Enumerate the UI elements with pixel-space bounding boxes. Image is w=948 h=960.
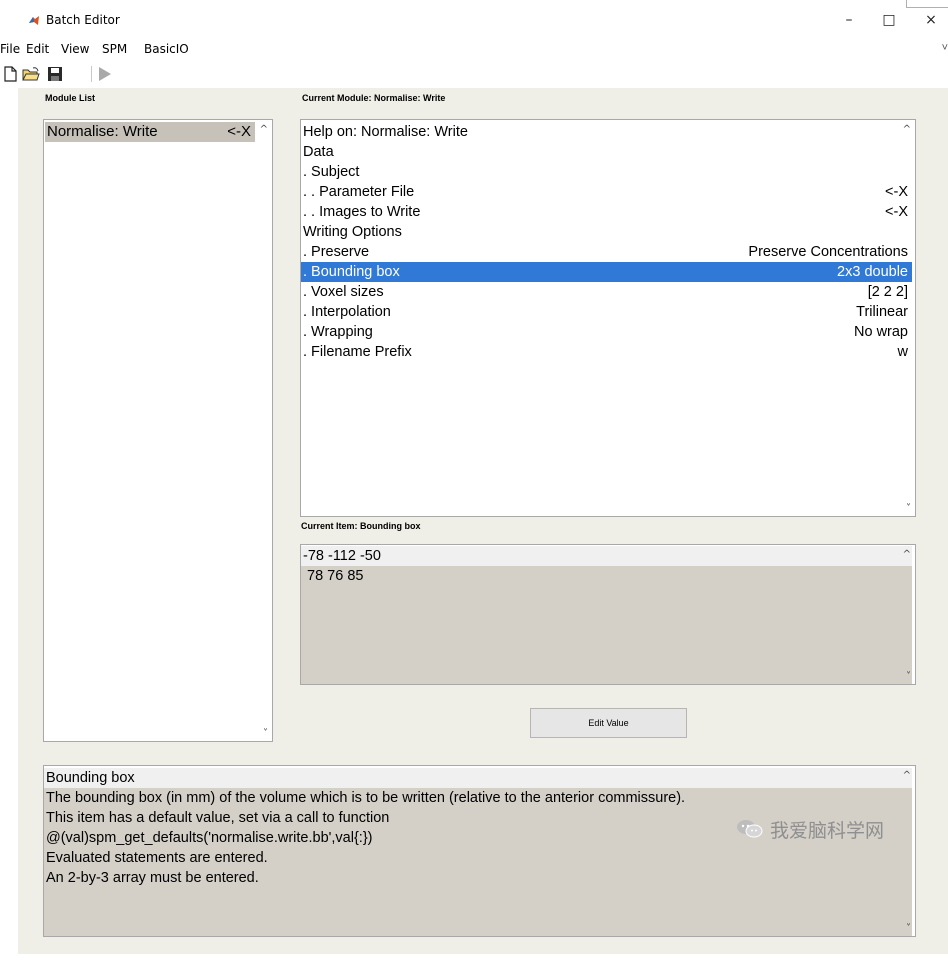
row-label: Data: [303, 144, 334, 160]
help-line: Bounding box: [44, 768, 912, 788]
toolbar: [0, 60, 948, 88]
menu-file[interactable]: File: [0, 42, 20, 56]
row-label: . Bounding box: [303, 264, 400, 280]
help-scroll-down-icon[interactable]: ˅: [906, 923, 911, 934]
menu-overflow-icon[interactable]: ˅: [942, 42, 948, 54]
row-label: . Interpolation: [303, 304, 391, 320]
row-label: . Voxel sizes: [303, 284, 384, 300]
row-label: . Wrapping: [303, 324, 373, 340]
item-value-text: -78 -112 -50: [303, 548, 381, 564]
module-tree-row[interactable]: . Interpolation Trilinear: [301, 302, 912, 322]
help-text: Bounding box: [46, 770, 135, 786]
help-text: An 2-by-3 array must be entered.: [46, 870, 259, 886]
item-value-line[interactable]: -78 -112 -50: [301, 546, 912, 566]
row-label: . Subject: [303, 164, 360, 180]
row-value: <-X: [885, 204, 908, 220]
current-item-box[interactable]: -78 -112 -50 78 76 85 ^ ˅: [300, 544, 916, 685]
help-text: Evaluated statements are entered.: [46, 850, 268, 866]
module-tree-row[interactable]: . Wrapping No wrap: [301, 322, 912, 342]
module-tree-row[interactable]: . Preserve Preserve Concentrations: [301, 242, 912, 262]
row-value: w: [897, 344, 908, 360]
module-tree-row[interactable]: . Subject: [301, 162, 912, 182]
run-icon[interactable]: [96, 66, 114, 82]
row-label: . Preserve: [303, 244, 370, 260]
help-text: This item has a default value, set via a…: [46, 810, 390, 826]
module-tree-scroll-up-icon[interactable]: ^: [903, 124, 911, 135]
module-list-label: Module List: [45, 93, 95, 103]
row-value: No wrap: [854, 324, 908, 340]
help-line: The bounding box (in mm) of the volume w…: [44, 788, 904, 808]
wechat-logo-icon: [737, 820, 763, 838]
module-list-item[interactable]: Normalise: Write <-X: [45, 122, 255, 142]
title-bar: Batch Editor – □ ×: [0, 0, 948, 38]
module-tree-row[interactable]: Help on: Normalise: Write: [301, 122, 912, 142]
help-scroll-up-icon[interactable]: ^: [903, 770, 911, 781]
help-text: The bounding box (in mm) of the volume w…: [46, 790, 686, 806]
help-body: The bounding box (in mm) of the volume w…: [44, 788, 912, 936]
module-list-scroll-down-icon[interactable]: ˅: [263, 728, 268, 739]
current-module-label: Current Module: Normalise: Write: [302, 93, 446, 103]
open-folder-icon[interactable]: [22, 66, 40, 82]
save-icon[interactable]: [46, 66, 64, 82]
row-value: <-X: [885, 184, 908, 200]
row-label: Writing Options: [303, 224, 402, 240]
menu-spm[interactable]: SPM: [102, 42, 127, 56]
item-value-line[interactable]: 78 76 85: [305, 566, 905, 586]
module-tree-row[interactable]: Writing Options: [301, 222, 912, 242]
item-scroll-up-icon[interactable]: ^: [903, 549, 911, 560]
new-file-icon[interactable]: [2, 66, 20, 82]
watermark-text: 我爱脑科学网: [770, 819, 885, 842]
row-label: . . Images to Write: [303, 204, 421, 220]
row-label: . . Parameter File: [303, 184, 415, 200]
edit-value-button[interactable]: Edit Value: [530, 708, 687, 738]
menu-basicio[interactable]: BasicIO: [144, 42, 189, 56]
row-label: . Filename Prefix: [303, 344, 412, 360]
item-scroll-down-icon[interactable]: ˅: [906, 671, 911, 682]
help-line: Evaluated statements are entered.: [44, 848, 904, 868]
help-line: An 2-by-3 array must be entered.: [44, 868, 904, 888]
row-value: [2 2 2]: [867, 284, 908, 300]
module-tree-row[interactable]: . . Parameter File <-X: [301, 182, 912, 202]
module-list[interactable]: Normalise: Write <-X ^ ˅: [43, 119, 273, 742]
minimize-button[interactable]: –: [834, 8, 864, 32]
module-tree-row-selected[interactable]: . Bounding box 2x3 double: [301, 262, 912, 282]
menu-bar: File Edit View SPM BasicIO ˅: [0, 38, 948, 60]
window-title: Batch Editor: [46, 13, 120, 27]
help-text-box[interactable]: Bounding box The bounding box (in mm) of…: [43, 765, 916, 937]
module-tree-row[interactable]: . Filename Prefix w: [301, 342, 912, 362]
row-value: Trilinear: [856, 304, 908, 320]
window-corner-decoration: [906, 0, 948, 8]
item-value-area[interactable]: 78 76 85: [301, 566, 912, 684]
menu-edit[interactable]: Edit: [26, 42, 49, 56]
module-list-scroll-up-icon[interactable]: ^: [260, 124, 268, 135]
module-tree-row[interactable]: . . Images to Write <-X: [301, 202, 912, 222]
item-value-text: 78 76 85: [307, 568, 364, 584]
menu-view[interactable]: View: [61, 42, 89, 56]
matlab-icon: [28, 14, 40, 26]
module-tree-row[interactable]: Data: [301, 142, 912, 162]
toolbar-separator: [91, 66, 92, 82]
current-module-list[interactable]: Help on: Normalise: Write Data . Subject…: [300, 119, 916, 517]
row-value: Preserve Concentrations: [748, 244, 908, 260]
row-label: Help on: Normalise: Write: [303, 124, 468, 140]
module-tree-row[interactable]: . Voxel sizes [2 2 2]: [301, 282, 912, 302]
close-button[interactable]: ×: [916, 8, 946, 32]
module-tree-scroll-down-icon[interactable]: ˅: [906, 503, 911, 514]
module-name: Normalise: Write: [47, 123, 158, 140]
current-item-label: Current Item: Bounding box: [301, 521, 421, 531]
watermark: 我爱脑科学网: [736, 816, 884, 842]
row-value: 2x3 double: [837, 264, 908, 280]
help-text: @(val)spm_get_defaults('normalise.write.…: [46, 830, 373, 846]
maximize-button[interactable]: □: [874, 8, 904, 32]
module-status: <-X: [227, 123, 251, 140]
